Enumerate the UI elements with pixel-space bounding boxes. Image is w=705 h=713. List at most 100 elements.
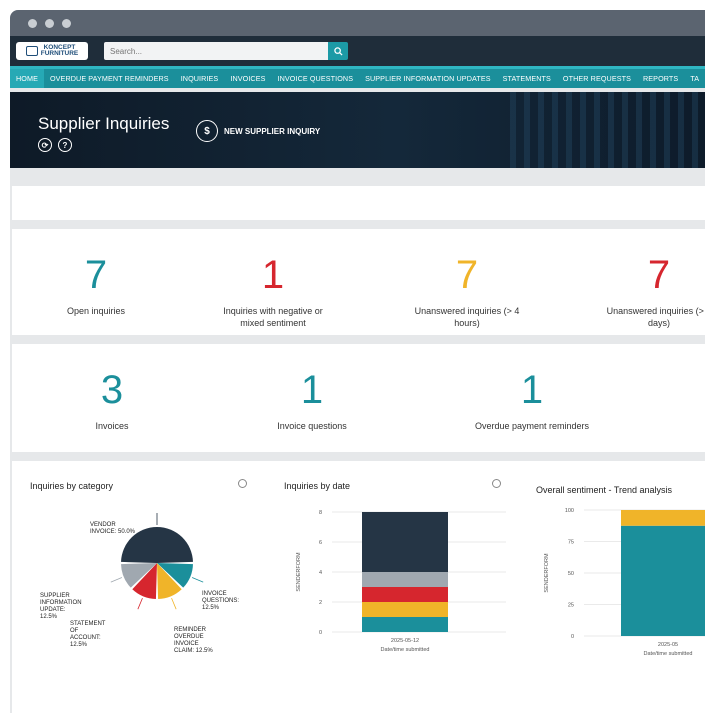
stat-label: Invoice questions [277, 421, 347, 431]
pie-leader-line [137, 597, 143, 610]
pie-slice-label-line: 12.5% [202, 605, 220, 611]
pie-slice-label-line: INFORMATION [40, 600, 82, 606]
y-tick-label: 50 [568, 571, 574, 577]
brand-logo[interactable]: KONCEPT FURNITURE [16, 42, 88, 60]
stat-unanswered-4h[interactable]: 7 Unanswered inquiries (> 4 hours) [404, 255, 530, 329]
stat-label: Invoices [95, 421, 129, 431]
nav-reports[interactable]: REPORTS [637, 69, 684, 88]
pie-slice-label-line: QUESTIONS: [202, 598, 239, 604]
bar-segment[interactable] [362, 617, 448, 632]
stat-value: 1 [261, 253, 285, 297]
top-bar: KONCEPT FURNITURE [10, 36, 705, 66]
y-tick-label: 0 [319, 630, 322, 636]
stat-open-inquiries[interactable]: 7 Open inquiries [36, 255, 156, 317]
page-title: Supplier Inquiries [38, 114, 170, 133]
x-axis-label: Date/time submitted [381, 647, 430, 653]
search-button[interactable] [328, 42, 348, 60]
y-tick-label: 2 [319, 600, 322, 606]
stat-label: Overdue payment reminders [474, 421, 590, 431]
stat-invoice-questions[interactable]: 1 Invoice questions [252, 370, 372, 432]
pie-slice-label-line: SUPPLIER [40, 593, 70, 599]
y-tick-label: 0 [571, 634, 574, 640]
x-tick-label: 2025-05 [658, 642, 678, 648]
nav-inquiries[interactable]: INQUIRIES [175, 69, 225, 88]
pie-slice-label: STATEMENTOFACCOUNT:12.5% [70, 621, 106, 648]
pie-slice-label-line: 12.5% [70, 642, 88, 648]
pie-slice-label-line: UPDATE: [40, 607, 66, 613]
stat-value: 1 [520, 368, 544, 412]
pie-slice-label-line: REMINDER [174, 627, 207, 633]
bar-segment[interactable] [621, 525, 705, 636]
stat-invoices[interactable]: 3 Invoices [52, 370, 172, 432]
new-supplier-inquiry-label: NEW SUPPLIER INQUIRY [224, 126, 321, 136]
window-minimize-dot[interactable] [45, 18, 54, 28]
stat-unanswered-7d[interactable]: 7 Unanswered inquiries (> 7 days) [604, 255, 705, 329]
new-supplier-inquiry-button[interactable]: $ NEW SUPPLIER INQUIRY [196, 120, 320, 142]
y-tick-label: 8 [319, 510, 322, 516]
page-header: Supplier Inquiries ⟳ ? $ NEW SUPPLIER IN… [10, 92, 705, 168]
pie-slice-label-line: INVOICE [174, 641, 199, 647]
pie-slice-label: SUPPLIERINFORMATIONUPDATE:12.5% [40, 593, 82, 620]
stat-negative-sentiment[interactable]: 1 Inquiries with negative or mixed senti… [210, 255, 336, 329]
stat-value: 1 [300, 368, 324, 412]
header-background-pattern [510, 92, 705, 168]
y-axis-label: SENDERFORM [296, 552, 302, 592]
charts-panel: Inquiries by category Inquiries by date … [12, 461, 705, 713]
y-tick-label: 25 [568, 603, 574, 609]
nav-overdue-payment-reminders[interactable]: OVERDUE PAYMENT REMINDERS [44, 69, 175, 88]
pie-slice-label-line: OF [70, 628, 79, 634]
window-maximize-dot[interactable] [62, 18, 71, 28]
bar-segment[interactable] [362, 512, 448, 572]
stats-row-1: 7 Open inquiries 1 Inquiries with negati… [12, 229, 705, 335]
help-icon[interactable]: ? [58, 138, 72, 152]
nav-invoice-questions[interactable]: INVOICE QUESTIONS [272, 69, 360, 88]
bar-segment[interactable] [362, 587, 448, 602]
pie-slice-label: INVOICEQUESTIONS:12.5% [202, 591, 239, 611]
stat-value: 3 [100, 368, 124, 412]
stat-overdue-payment-reminders[interactable]: 1 Overdue payment reminders [462, 370, 602, 432]
nav-invoices[interactable]: INVOICES [224, 69, 271, 88]
stat-label: Inquiries with negative or mixed sentime… [223, 306, 323, 328]
pie-slice-label-line: 12.5% [40, 614, 58, 620]
pie-slice-label-line: VENDOR [90, 522, 116, 528]
pie-slice-label: VENDORINVOICE: 50.0% [90, 522, 136, 535]
x-axis-label: Date/time submitted [644, 651, 693, 657]
stat-label: Unanswered inquiries (> 4 hours) [414, 306, 520, 328]
x-tick-label: 2025-05-12 [391, 638, 419, 644]
nav-statements[interactable]: STATEMENTS [497, 69, 557, 88]
window-titlebar [10, 10, 705, 36]
y-axis-label: SENDERFORM [544, 553, 550, 593]
y-tick-label: 6 [319, 540, 322, 546]
pie-slice-label-line: OVERDUE [174, 634, 204, 640]
new-inquiry-icon: $ [196, 120, 218, 142]
pie-leader-line [191, 577, 204, 583]
stat-label: Open inquiries [66, 306, 126, 316]
window-close-dot[interactable] [28, 18, 37, 28]
bar-segment[interactable] [621, 510, 705, 526]
pie-slice-label-line: STATEMENT [70, 621, 106, 627]
pie-slice-label-line: ACCOUNT: [70, 635, 101, 641]
pie-leader-line [171, 597, 177, 610]
pie-slice-label-line: INVOICE [202, 591, 227, 597]
bar-segment[interactable] [362, 602, 448, 617]
pie-leader-line [110, 577, 123, 583]
pie-slice-label-line: INVOICE: 50.0% [90, 529, 136, 535]
stat-value: 7 [84, 253, 108, 297]
stats-row-2: 3 Invoices 1 Invoice questions 1 Overdue… [12, 344, 705, 452]
nav-supplier-information-updates[interactable]: SUPPLIER INFORMATION UPDATES [359, 69, 497, 88]
empty-panel [12, 186, 705, 220]
main-nav: HOME OVERDUE PAYMENT REMINDERS INQUIRIES… [10, 66, 705, 88]
nav-other-requests[interactable]: OTHER REQUESTS [557, 69, 637, 88]
browser-window: KONCEPTFURNITURE HOME OVERDUE PAYMENT RE… [10, 10, 705, 713]
pie-slice-label: REMINDEROVERDUEINVOICECLAIM: 12.5% [174, 627, 213, 654]
search-input[interactable] [104, 42, 328, 60]
nav-truncated[interactable]: TA [684, 69, 705, 88]
bar-segment[interactable] [362, 572, 448, 587]
refresh-icon[interactable]: ⟳ [38, 138, 52, 152]
stat-label: Unanswered inquiries (> 7 days) [606, 306, 705, 328]
y-tick-label: 75 [568, 540, 574, 546]
bar-chart-date: 0 2 4 6 8 SENDERFORM 2025-05-12 Date/time submi… [296, 510, 506, 653]
logo-text-2: FURNITURE [40, 50, 79, 57]
nav-home[interactable]: HOME [10, 69, 44, 88]
search-icon [333, 46, 343, 56]
